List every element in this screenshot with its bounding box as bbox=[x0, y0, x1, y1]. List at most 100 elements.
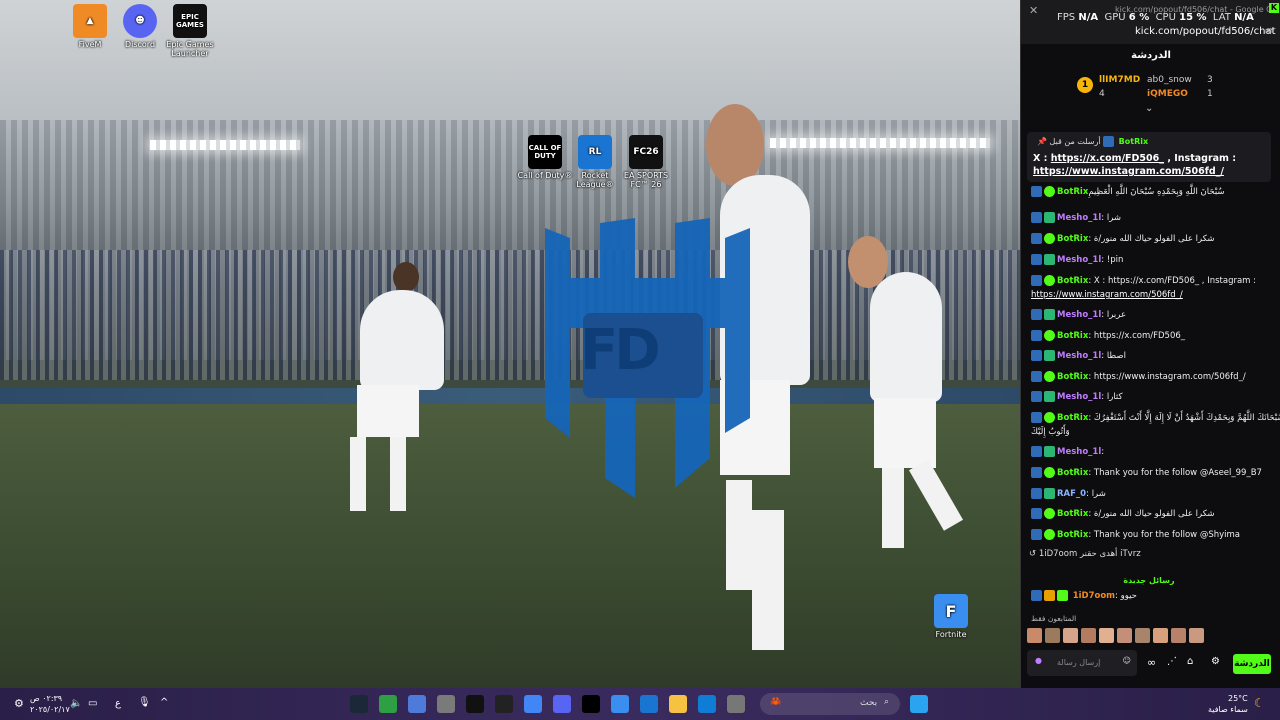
volume-icon[interactable]: 🔈 bbox=[70, 698, 82, 709]
task-view-icon[interactable] bbox=[727, 695, 745, 713]
emoji-icon[interactable]: ☺ bbox=[1123, 656, 1131, 665]
emote-icon[interactable] bbox=[1027, 628, 1042, 643]
clock-time[interactable]: ٠٢:٣٩ ص bbox=[30, 694, 62, 703]
chevron-down-icon[interactable]: ⌄ bbox=[1145, 103, 1153, 114]
leader-name[interactable]: iQMEGO bbox=[1147, 89, 1188, 99]
chat-username[interactable]: BotRix bbox=[1057, 331, 1088, 341]
chat-username[interactable]: BotRix bbox=[1057, 187, 1088, 197]
chat-message[interactable]: BotRix: Thank you for the follow @Aseel_… bbox=[1031, 467, 1262, 480]
reply-notice: ↺ 1iD7oom أهدى حقنر iTvrz bbox=[1029, 549, 1141, 559]
moderator-badge-icon bbox=[1031, 350, 1042, 361]
overlay-topbar: ✕ kick.com/popout/fd506/chat - Google C.… bbox=[1021, 0, 1280, 44]
steam-icon[interactable] bbox=[350, 695, 368, 713]
chat-text: : شكرا على الفولو حياك الله منور/ة bbox=[1088, 234, 1215, 244]
network-icon[interactable]: ▭ bbox=[88, 698, 97, 709]
settings-app-icon[interactable] bbox=[408, 695, 426, 713]
chat-message[interactable]: BotRix: Thank you for the follow @Shyima bbox=[1031, 529, 1240, 542]
pinned-link[interactable]: https://www.instagram.com/506fd_/ bbox=[1033, 166, 1224, 177]
chevron-up-icon[interactable]: ^ bbox=[160, 697, 168, 708]
emote-icon[interactable] bbox=[1171, 628, 1186, 643]
chat-username[interactable]: BotRix bbox=[1057, 372, 1088, 382]
chat-username[interactable]: BotRix bbox=[1057, 234, 1088, 244]
chat-message[interactable]: BotRix: X : https://x.com/FD506_ , Insta… bbox=[1031, 275, 1256, 288]
kick-chat-window[interactable]: ✕ kick.com/popout/fd506/chat - Google C.… bbox=[1020, 0, 1280, 688]
chat-username[interactable]: RAF_0 bbox=[1057, 489, 1086, 499]
settings-icon[interactable]: ⇌ bbox=[1265, 26, 1273, 37]
chat-username[interactable]: Mesho_1l bbox=[1057, 255, 1101, 265]
chat-message[interactable]: Mesho_1l: bbox=[1031, 446, 1104, 459]
windows-start-icon[interactable] bbox=[910, 695, 928, 713]
chat-message[interactable]: BotRix: سُبْحَانَكَ اللَّهُمَّ وَبِحَمْد… bbox=[1031, 412, 1280, 425]
settings-icon[interactable]: ⚙ bbox=[14, 697, 24, 710]
rocket-league-icon[interactable] bbox=[640, 695, 658, 713]
chat-message[interactable]: Mesho_1l: !pin bbox=[1031, 254, 1123, 267]
store-icon[interactable] bbox=[437, 695, 455, 713]
chat-message[interactable]: Mesho_1l: كثارا bbox=[1031, 391, 1123, 404]
store-icon[interactable]: ⌂ bbox=[1187, 656, 1193, 667]
fortnite-shortcut[interactable]: F Fortnite bbox=[921, 594, 981, 639]
chat-username[interactable]: BotRix bbox=[1057, 276, 1088, 286]
xbox-icon[interactable] bbox=[379, 695, 397, 713]
chat-send-button[interactable]: الدردشة bbox=[1233, 654, 1271, 674]
leader-name[interactable]: llIM7MD bbox=[1099, 75, 1140, 85]
chat-message[interactable]: BotRix: شكرا على الفولو حياك الله منور/ة bbox=[1031, 508, 1215, 521]
ea-fc-shortcut[interactable]: FC26 EA SPORTS FC™ 26 bbox=[616, 135, 676, 189]
emote-icon[interactable] bbox=[1099, 628, 1114, 643]
chat-username[interactable]: Mesho_1l bbox=[1057, 392, 1101, 402]
fortnite-icon: F bbox=[934, 594, 968, 628]
infinity-icon[interactable]: ∞ bbox=[1147, 656, 1156, 669]
battle-net-icon[interactable] bbox=[611, 695, 629, 713]
chat-username[interactable]: BotRix bbox=[1057, 530, 1088, 540]
share-icon[interactable]: ⋰ bbox=[1167, 656, 1177, 667]
chat-text[interactable]: https://www.instagram.com/506fd_/ bbox=[1031, 290, 1183, 300]
chat-message[interactable]: BotRix: https://x.com/FD506_ bbox=[1031, 330, 1185, 343]
chat-message[interactable]: وَأَتُوبُ إِلَيْكَ bbox=[1031, 426, 1070, 439]
chat-message[interactable]: RAF_0: شرا bbox=[1031, 488, 1106, 501]
emote-icon[interactable] bbox=[1045, 628, 1060, 643]
chat-message[interactable]: BotRix: شكرا على الفولو حياك الله منور/ة bbox=[1031, 233, 1215, 246]
epic-games-icon[interactable] bbox=[466, 695, 484, 713]
chat-message[interactable]: Mesho_1l: اصطا bbox=[1031, 350, 1126, 363]
edge-icon[interactable] bbox=[698, 695, 716, 713]
message-input[interactable]: ● إرسال رسالة ☺ bbox=[1027, 650, 1137, 676]
epic-games-shortcut[interactable]: EPIC GAMES Epic Games Launcher bbox=[160, 4, 220, 58]
pinned-link[interactable]: https://x.com/FD506_ bbox=[1051, 153, 1164, 164]
pinned-message[interactable]: 📌 أرسلت من قبل BotRix X : https://x.com/… bbox=[1027, 132, 1271, 182]
emote-icon[interactable] bbox=[1063, 628, 1078, 643]
close-icon[interactable]: ✕ bbox=[1029, 4, 1038, 17]
emote-icon[interactable] bbox=[1135, 628, 1150, 643]
chat-username[interactable]: BotRix bbox=[1057, 413, 1088, 423]
chat-username[interactable]: Mesho_1l bbox=[1057, 310, 1101, 320]
language-indicator[interactable]: ع bbox=[115, 698, 121, 709]
chat-message[interactable]: Mesho_1l: عربرا bbox=[1031, 309, 1126, 322]
chrome-icon[interactable] bbox=[524, 695, 542, 713]
clock-date[interactable]: ٢٠٢٥/٠٢/١٧ bbox=[30, 705, 70, 714]
chat-message[interactable]: Mesho_1l: شرا bbox=[1031, 212, 1121, 225]
rank-badge: 1 bbox=[1077, 77, 1093, 93]
chat-username[interactable]: Mesho_1l bbox=[1057, 213, 1101, 223]
microphone-icon[interactable]: ● bbox=[1035, 656, 1042, 665]
file-explorer-icon[interactable] bbox=[669, 695, 687, 713]
chat-username[interactable]: BotRix bbox=[1057, 468, 1088, 478]
emote-icon[interactable] bbox=[1117, 628, 1132, 643]
emote-icon[interactable] bbox=[1189, 628, 1204, 643]
call-of-duty-icon[interactable] bbox=[582, 695, 600, 713]
chat-message[interactable]: BotRix: https://www.instagram.com/506fd_… bbox=[1031, 371, 1246, 384]
chat-username[interactable]: BotRix bbox=[1057, 509, 1088, 519]
weather-temp[interactable]: 25°C bbox=[1228, 694, 1248, 703]
url-bar[interactable]: kick.com/popout/fd506/chat bbox=[1135, 26, 1276, 37]
discord-icon[interactable] bbox=[553, 695, 571, 713]
chat-username[interactable]: Mesho_1l bbox=[1057, 351, 1101, 361]
taskbar-search[interactable]: 🦀 بحث ⌕ bbox=[760, 693, 900, 715]
gear-icon[interactable]: ⚙ bbox=[1211, 656, 1220, 667]
microphone-icon[interactable]: 🎙 bbox=[138, 697, 151, 708]
chat-message[interactable]: https://www.instagram.com/506fd_/ bbox=[1031, 289, 1183, 302]
chat-message[interactable]: 1iD7oom: حيوو bbox=[1031, 590, 1137, 603]
emote-icon[interactable] bbox=[1153, 628, 1168, 643]
emote-bar[interactable] bbox=[1027, 628, 1207, 644]
leader-name[interactable]: ab0_snow bbox=[1147, 75, 1192, 85]
camera-icon[interactable] bbox=[495, 695, 513, 713]
emote-icon[interactable] bbox=[1081, 628, 1096, 643]
chat-username[interactable]: Mesho_1l bbox=[1057, 447, 1101, 457]
chat-message[interactable]: BotRixسُبْحَانَ اللَّهِ وَبِحَمْدِهِ سُب… bbox=[1031, 186, 1225, 199]
